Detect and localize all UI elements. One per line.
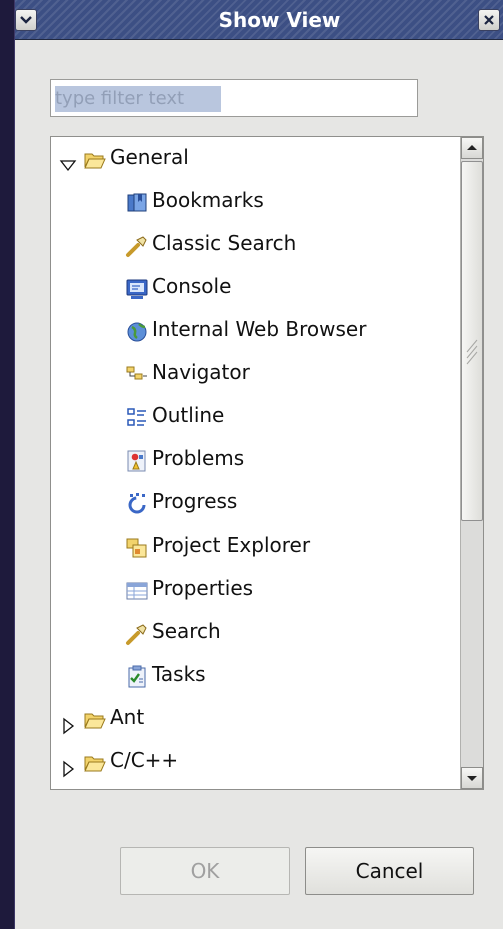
outline-icon (125, 403, 149, 427)
tree-item-label: Progress (152, 489, 238, 513)
filter-field[interactable] (50, 79, 418, 117)
tree-item-label: Bookmarks (152, 188, 264, 212)
tree-item-project-explorer[interactable]: Project Explorer (125, 525, 310, 565)
navigator-icon (125, 360, 149, 384)
tree-folder-c-c-[interactable]: C/C++ (59, 740, 178, 780)
tree-item-label: Project Explorer (152, 533, 311, 557)
tree-item-label: Outline (152, 403, 225, 427)
globe-icon (125, 317, 149, 342)
tree-item-label: Classic Search (152, 231, 297, 255)
scroll-up-button[interactable] (461, 137, 483, 159)
tree-item-label: Internal Web Browser (152, 317, 367, 341)
title-bar[interactable]: Show View (15, 0, 503, 40)
tree-item-label: General (110, 145, 189, 169)
console-icon (125, 274, 149, 299)
search-flashlight-icon (125, 231, 149, 257)
tree-item-classic-search[interactable]: Classic Search (125, 223, 296, 263)
tree-item-label: Problems (152, 446, 245, 470)
tree-item-tasks[interactable]: Tasks (125, 654, 206, 694)
tree-item-label: Console (152, 274, 232, 298)
close-button[interactable] (478, 9, 500, 31)
folder-open-icon (83, 748, 107, 772)
tree-item-label: Tasks (152, 662, 206, 686)
tree-folder-ant[interactable]: Ant (59, 697, 144, 737)
collapsed-triangle-icon[interactable] (59, 751, 77, 778)
tree-item-label: Navigator (152, 360, 250, 384)
tree-item-search[interactable]: Search (125, 611, 221, 651)
problems-icon (125, 446, 149, 472)
tree-item-problems[interactable]: Problems (125, 438, 244, 478)
tasks-icon (125, 662, 149, 688)
properties-icon (125, 576, 149, 600)
scroll-thumb[interactable] (461, 161, 483, 521)
tree-item-label: C/C++ (110, 748, 179, 772)
scroll-down-button[interactable] (461, 767, 483, 789)
filter-input[interactable] (51, 80, 417, 116)
tree-item-properties[interactable]: Properties (125, 568, 253, 608)
tree-item-navigator[interactable]: Navigator (125, 352, 250, 392)
vertical-scrollbar[interactable] (460, 137, 483, 789)
tree-item-console[interactable]: Console (125, 266, 231, 306)
collapsed-triangle-icon[interactable] (59, 708, 77, 735)
tree-item-outline[interactable]: Outline (125, 395, 224, 435)
tree-item-internal-web-browser[interactable]: Internal Web Browser (125, 309, 366, 349)
tree-item-bookmarks[interactable]: Bookmarks (125, 180, 264, 220)
tree-item-label: Ant (110, 705, 145, 729)
grip-icon (466, 339, 478, 365)
window-title: Show View (218, 8, 341, 32)
search-flashlight-icon (125, 619, 149, 645)
tree-item-label: Search (152, 619, 221, 643)
tree-folder-general[interactable]: General (59, 137, 189, 177)
arrow-down-icon (467, 776, 477, 781)
progress-icon (125, 489, 149, 514)
arrow-up-icon (467, 145, 477, 150)
project-explorer-icon (125, 533, 149, 558)
folder-open-icon (83, 705, 107, 729)
close-icon (484, 15, 494, 25)
bookmarks-icon (125, 188, 149, 212)
cancel-button[interactable]: Cancel (305, 847, 474, 895)
view-tree[interactable]: General Bookmarks Classic Search Console Int… (50, 136, 484, 790)
tree-item-progress[interactable]: Progress (125, 481, 237, 521)
expanded-triangle-icon[interactable] (59, 148, 77, 172)
folder-open-icon (83, 145, 107, 169)
ok-button[interactable]: OK (120, 847, 290, 895)
tree-item-label: Properties (152, 576, 254, 600)
show-view-dialog: Show View General Bookmarks Classic Search… (14, 0, 503, 929)
